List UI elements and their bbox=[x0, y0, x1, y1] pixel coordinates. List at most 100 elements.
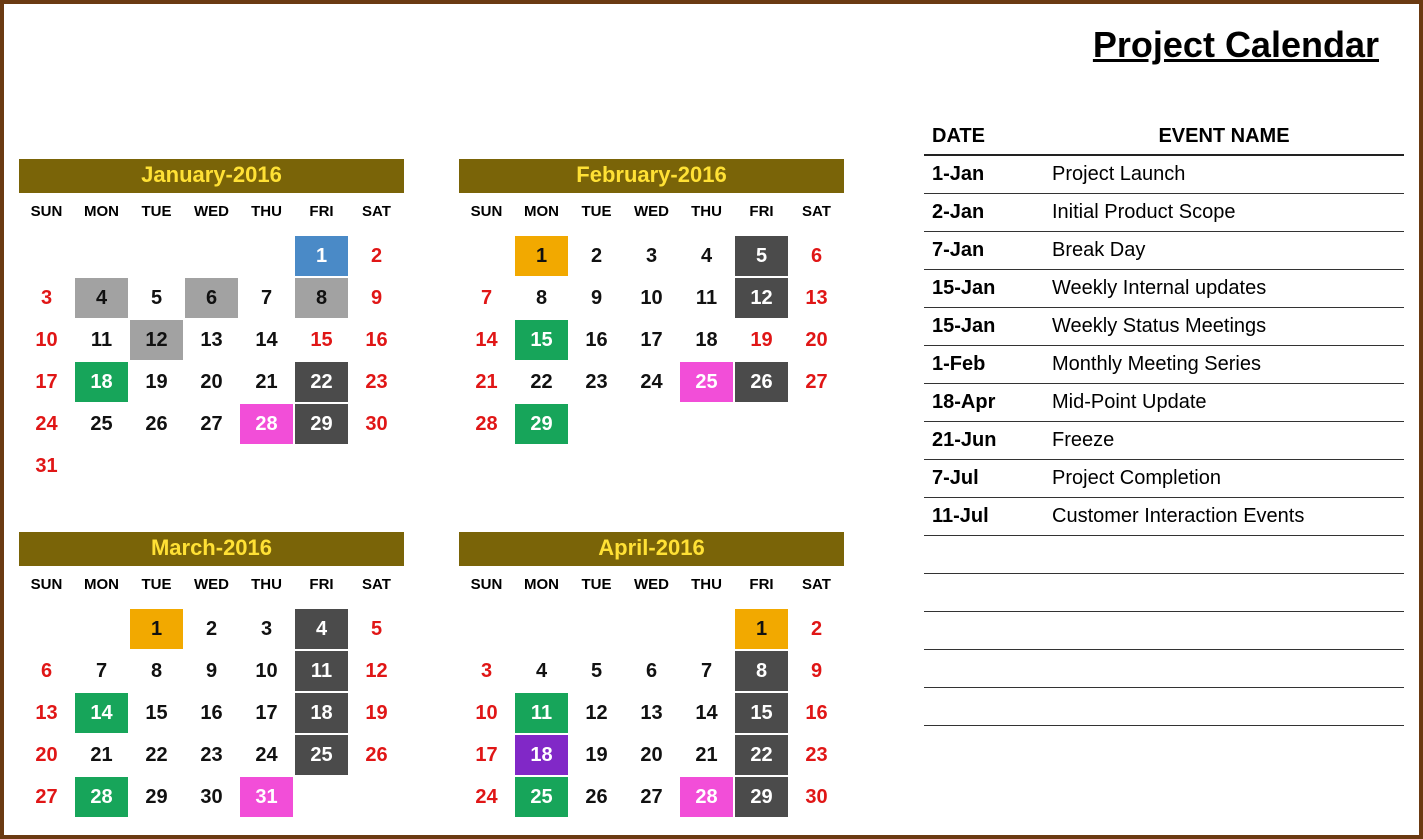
day-cell: 6 bbox=[185, 278, 238, 318]
event-name: Initial Product Scope bbox=[1044, 193, 1404, 231]
event-row: 1-FebMonthly Meeting Series bbox=[924, 345, 1404, 383]
event-row: 2-JanInitial Product Scope bbox=[924, 193, 1404, 231]
event-row-blank bbox=[924, 573, 1404, 611]
day-cell: 8 bbox=[295, 278, 348, 318]
event-name bbox=[1044, 535, 1404, 573]
event-list: DATE EVENT NAME 1-JanProject Launch2-Jan… bbox=[924, 119, 1404, 726]
dow-header: THU bbox=[679, 566, 734, 608]
dow-header: WED bbox=[184, 193, 239, 235]
day-cell: 3 bbox=[460, 651, 513, 691]
day-cell: 11 bbox=[515, 693, 568, 733]
day-empty bbox=[130, 236, 183, 276]
day-cell: 20 bbox=[625, 735, 678, 775]
day-cell: 9 bbox=[350, 278, 403, 318]
dow-header: WED bbox=[184, 566, 239, 608]
day-cell: 26 bbox=[735, 362, 788, 402]
day-cell: 23 bbox=[570, 362, 623, 402]
event-date bbox=[924, 687, 1044, 725]
day-cell: 28 bbox=[240, 404, 293, 444]
day-cell: 2 bbox=[185, 609, 238, 649]
day-cell: 29 bbox=[735, 777, 788, 817]
day-cell: 28 bbox=[680, 777, 733, 817]
event-row: 1-JanProject Launch bbox=[924, 155, 1404, 193]
day-cell: 3 bbox=[240, 609, 293, 649]
event-date: 11-Jul bbox=[924, 497, 1044, 535]
day-cell: 29 bbox=[515, 404, 568, 444]
event-date bbox=[924, 649, 1044, 687]
day-cell: 27 bbox=[790, 362, 843, 402]
day-cell: 16 bbox=[185, 693, 238, 733]
event-row-blank bbox=[924, 535, 1404, 573]
month-grid: SUNMONTUEWEDTHUFRISAT1234567891011121314… bbox=[459, 193, 844, 445]
event-date: 1-Jan bbox=[924, 155, 1044, 193]
event-date: 7-Jan bbox=[924, 231, 1044, 269]
day-cell: 8 bbox=[735, 651, 788, 691]
dow-header: THU bbox=[239, 193, 294, 235]
day-cell: 13 bbox=[185, 320, 238, 360]
day-cell: 20 bbox=[790, 320, 843, 360]
day-cell: 15 bbox=[295, 320, 348, 360]
month-block: April-2016SUNMONTUEWEDTHUFRISAT123456789… bbox=[459, 532, 844, 818]
day-cell: 8 bbox=[130, 651, 183, 691]
day-cell: 19 bbox=[570, 735, 623, 775]
day-cell: 20 bbox=[185, 362, 238, 402]
day-cell: 21 bbox=[240, 362, 293, 402]
day-empty bbox=[680, 609, 733, 649]
dow-header: SAT bbox=[349, 193, 404, 235]
day-cell: 25 bbox=[680, 362, 733, 402]
day-cell: 29 bbox=[295, 404, 348, 444]
day-cell: 7 bbox=[240, 278, 293, 318]
day-cell: 19 bbox=[735, 320, 788, 360]
day-empty bbox=[570, 609, 623, 649]
day-cell: 18 bbox=[680, 320, 733, 360]
event-name: Project Launch bbox=[1044, 155, 1404, 193]
day-cell: 25 bbox=[75, 404, 128, 444]
event-row-blank bbox=[924, 687, 1404, 725]
event-header-date: DATE bbox=[924, 119, 1044, 155]
month-header: February-2016 bbox=[459, 159, 844, 193]
day-cell: 15 bbox=[735, 693, 788, 733]
month-grid: SUNMONTUEWEDTHUFRISAT1234567891011121314… bbox=[459, 566, 844, 818]
event-row-blank bbox=[924, 649, 1404, 687]
event-date: 2-Jan bbox=[924, 193, 1044, 231]
dow-header: SUN bbox=[459, 566, 514, 608]
dow-header: SUN bbox=[459, 193, 514, 235]
month-block: March-2016SUNMONTUEWEDTHUFRISAT123456789… bbox=[19, 532, 404, 818]
dow-header: TUE bbox=[569, 566, 624, 608]
event-name: Monthly Meeting Series bbox=[1044, 345, 1404, 383]
day-cell: 26 bbox=[570, 777, 623, 817]
day-cell: 9 bbox=[570, 278, 623, 318]
day-cell: 24 bbox=[240, 735, 293, 775]
day-cell: 1 bbox=[515, 236, 568, 276]
day-cell: 17 bbox=[240, 693, 293, 733]
dow-header: MON bbox=[514, 193, 569, 235]
month-block: January-2016SUNMONTUEWEDTHUFRISAT1234567… bbox=[19, 159, 404, 487]
event-date: 15-Jan bbox=[924, 269, 1044, 307]
day-cell: 12 bbox=[735, 278, 788, 318]
day-cell: 2 bbox=[350, 236, 403, 276]
day-cell: 1 bbox=[130, 609, 183, 649]
event-row: 11-JulCustomer Interaction Events bbox=[924, 497, 1404, 535]
day-cell: 24 bbox=[625, 362, 678, 402]
event-row: 15-JanWeekly Internal updates bbox=[924, 269, 1404, 307]
day-cell: 3 bbox=[625, 236, 678, 276]
dow-header: TUE bbox=[129, 193, 184, 235]
day-cell: 25 bbox=[515, 777, 568, 817]
day-cell: 9 bbox=[790, 651, 843, 691]
day-cell: 3 bbox=[20, 278, 73, 318]
day-cell: 19 bbox=[130, 362, 183, 402]
day-cell: 20 bbox=[20, 735, 73, 775]
event-row: 18-AprMid-Point Update bbox=[924, 383, 1404, 421]
day-cell: 18 bbox=[515, 735, 568, 775]
day-cell: 27 bbox=[185, 404, 238, 444]
day-cell: 5 bbox=[570, 651, 623, 691]
dow-header: THU bbox=[679, 193, 734, 235]
day-cell: 28 bbox=[75, 777, 128, 817]
day-empty bbox=[20, 609, 73, 649]
event-name: Customer Interaction Events bbox=[1044, 497, 1404, 535]
month-header: April-2016 bbox=[459, 532, 844, 566]
day-cell: 28 bbox=[460, 404, 513, 444]
day-cell: 21 bbox=[680, 735, 733, 775]
day-cell: 8 bbox=[515, 278, 568, 318]
day-cell: 25 bbox=[295, 735, 348, 775]
